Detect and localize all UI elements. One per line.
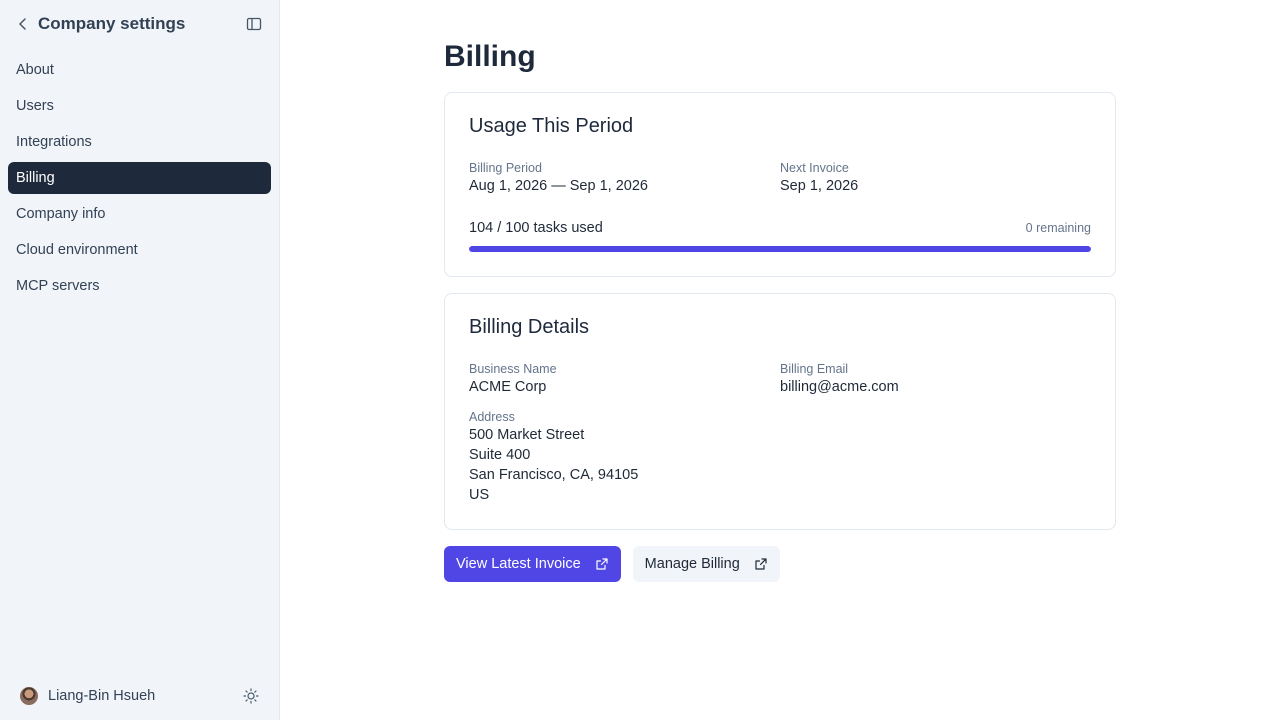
usage-card-title: Usage This Period <box>469 115 634 137</box>
sun-icon[interactable] <box>243 688 259 704</box>
billing-email-field: Billing Email billing@acme.com <box>780 361 1091 397</box>
back-button[interactable]: Company settings <box>16 14 185 34</box>
business-name-label: Business Name <box>469 362 557 376</box>
billing-email-value: billing@acme.com <box>780 379 899 395</box>
billing-period-label: Billing Period <box>469 161 542 175</box>
billing-content: Billing Usage This Period Billing Period… <box>444 40 1116 582</box>
sidebar-item-label: Users <box>16 98 54 114</box>
main-content: Billing Usage This Period Billing Period… <box>280 0 1280 720</box>
tasks-used-text: 104 / 100 tasks used <box>469 220 603 236</box>
sidebar-nav: About Users Integrations Billing Company… <box>0 54 279 302</box>
billing-details-title: Billing Details <box>469 316 590 338</box>
billing-actions: View Latest Invoice Manage Billing <box>444 546 1116 582</box>
user-name: Liang-Bin Hsueh <box>48 688 156 704</box>
manage-billing-button[interactable]: Manage Billing <box>632 546 780 582</box>
sidebar-header: Company settings <box>0 0 279 48</box>
sidebar-item-mcp-servers[interactable]: MCP servers <box>8 270 271 302</box>
sidebar-item-label: Cloud environment <box>16 242 138 258</box>
next-invoice-field: Next Invoice Sep 1, 2026 <box>780 160 1091 196</box>
avatar <box>20 687 38 705</box>
sidebar-item-about[interactable]: About <box>8 54 271 86</box>
sidebar-item-billing[interactable]: Billing <box>8 162 271 194</box>
business-name-field: Business Name ACME Corp <box>469 361 780 397</box>
usage-progress-bar <box>469 246 1091 252</box>
billing-period-value: Aug 1, 2026 — Sep 1, 2026 <box>469 178 648 194</box>
business-name-value: ACME Corp <box>469 379 547 395</box>
usage-summary: 104 / 100 tasks used 0 remaining <box>469 220 1091 236</box>
sidebar-item-label: MCP servers <box>16 278 100 294</box>
sidebar-item-label: Billing <box>16 170 55 186</box>
tasks-remaining-text: 0 remaining <box>1025 221 1091 235</box>
billing-email-label: Billing Email <box>780 362 849 376</box>
panel-left-icon[interactable] <box>245 15 263 33</box>
external-link-icon <box>755 558 767 570</box>
address-line: 500 Market Street <box>469 427 585 443</box>
user-menu[interactable]: Liang-Bin Hsueh <box>20 687 155 705</box>
usage-progress-fill <box>469 246 1091 252</box>
sidebar-item-company-info[interactable]: Company info <box>8 198 271 230</box>
next-invoice-label: Next Invoice <box>780 161 849 175</box>
usage-card: Usage This Period Billing Period Aug 1, … <box>444 92 1116 277</box>
billing-details-card: Billing Details Business Name ACME Corp … <box>444 293 1116 530</box>
manage-billing-label: Manage Billing <box>644 556 740 572</box>
sidebar-item-label: About <box>16 62 54 78</box>
address-line: US <box>469 487 490 503</box>
page-title: Billing <box>444 40 536 73</box>
usage-info-grid: Billing Period Aug 1, 2026 — Sep 1, 2026… <box>469 160 1091 196</box>
next-invoice-value: Sep 1, 2026 <box>780 178 859 194</box>
sidebar-footer: Liang-Bin Hsueh <box>0 672 279 720</box>
sidebar-item-label: Company info <box>16 206 106 222</box>
address-field: Address 500 Market Street Suite 400 San … <box>469 409 1091 505</box>
address-line: Suite 400 <box>469 447 531 463</box>
sidebar: Company settings About Users Integration… <box>0 0 280 720</box>
external-link-icon <box>596 558 608 570</box>
sidebar-item-label: Integrations <box>16 134 92 150</box>
sidebar-item-users[interactable]: Users <box>8 90 271 122</box>
billing-period-field: Billing Period Aug 1, 2026 — Sep 1, 2026 <box>469 160 780 196</box>
sidebar-item-cloud-environment[interactable]: Cloud environment <box>8 234 271 266</box>
chevron-left-icon <box>19 18 26 30</box>
details-grid: Business Name ACME Corp Billing Email bi… <box>469 361 1091 397</box>
view-latest-invoice-label: View Latest Invoice <box>456 556 581 572</box>
address-line: San Francisco, CA, 94105 <box>469 467 639 483</box>
sidebar-title: Company settings <box>38 14 186 33</box>
view-latest-invoice-button[interactable]: View Latest Invoice <box>444 546 621 582</box>
address-label: Address <box>469 410 515 424</box>
app-root: Company settings About Users Integration… <box>0 0 1280 720</box>
sidebar-item-integrations[interactable]: Integrations <box>8 126 271 158</box>
